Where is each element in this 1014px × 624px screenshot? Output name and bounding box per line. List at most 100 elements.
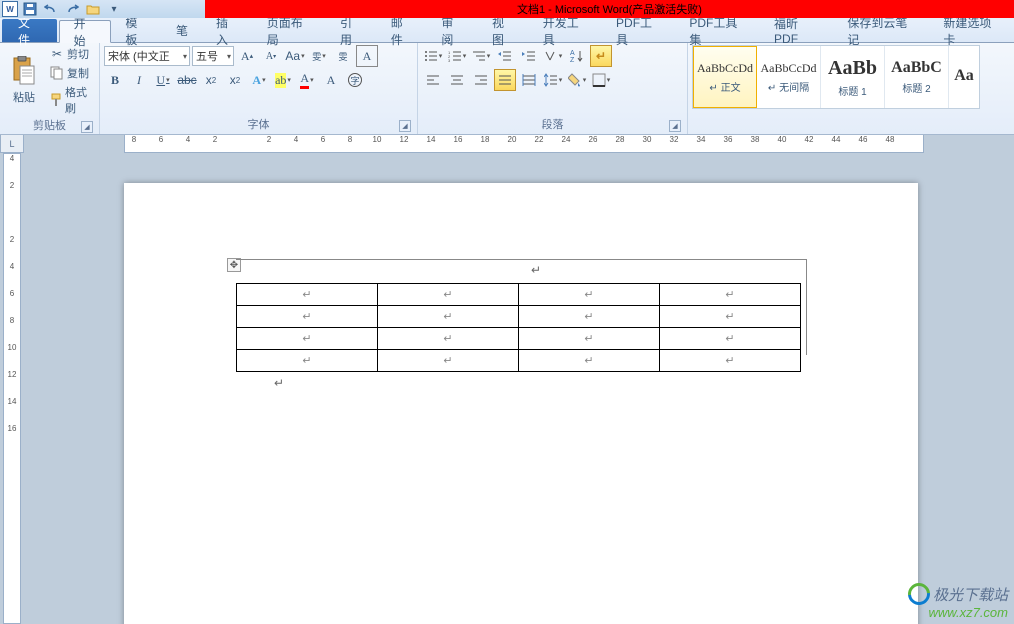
table-cell[interactable]: ↵	[660, 306, 801, 328]
page[interactable]: ✥ ↵ ↵↵↵↵ ↵↵↵↵ ↵↵↵↵ ↵↵↵↵ ↵	[124, 183, 918, 624]
show-marks-button[interactable]: ↵	[590, 45, 612, 67]
document-table[interactable]: ↵↵↵↵ ↵↵↵↵ ↵↵↵↵ ↵↵↵↵	[236, 283, 801, 372]
qat-undo-icon[interactable]	[42, 1, 60, 17]
shrink-font-button[interactable]: A▾	[260, 45, 282, 67]
tab-new-tab[interactable]: 新建选项卡	[929, 19, 1014, 42]
font-launcher-icon[interactable]: ◢	[399, 120, 411, 132]
qat-customize-icon[interactable]: ▾	[105, 1, 123, 17]
borders-button[interactable]: ▾	[590, 69, 612, 91]
numbering-button[interactable]: 123▾	[446, 45, 468, 67]
increase-indent-button[interactable]	[518, 45, 540, 67]
qat-redo-icon[interactable]	[63, 1, 81, 17]
tab-template[interactable]: 模板	[111, 19, 162, 42]
bullets-button[interactable]: ▾	[422, 45, 444, 67]
tab-save-cloud[interactable]: 保存到云笔记	[833, 19, 929, 42]
tab-pdf-toolset[interactable]: PDF工具集	[675, 19, 760, 42]
asian-layout-button[interactable]: ▾	[542, 45, 564, 67]
highlight-button[interactable]: ab▾	[272, 69, 294, 91]
style-heading2[interactable]: AaBbC标题 2	[885, 46, 949, 108]
align-justify-button[interactable]	[494, 69, 516, 91]
format-painter-button[interactable]: 格式刷	[46, 83, 95, 117]
paragraph-launcher-icon[interactable]: ◢	[669, 120, 681, 132]
char-border-button[interactable]: A	[356, 45, 378, 67]
horizontal-ruler[interactable]: 8642246810121416182022242628303234363840…	[124, 135, 924, 153]
table-cell[interactable]: ↵	[378, 328, 519, 350]
shading-button[interactable]: ▾	[566, 69, 588, 91]
tab-home[interactable]: 开始	[59, 20, 112, 43]
tab-view[interactable]: 视图	[478, 19, 529, 42]
clipboard-launcher-icon[interactable]: ◢	[81, 121, 93, 133]
phonetic-guide-button[interactable]: 雯▾	[308, 45, 330, 67]
table-row[interactable]: ↵↵↵↵	[237, 350, 801, 372]
table-cell[interactable]: ↵	[519, 306, 660, 328]
table-cell[interactable]: ↵	[378, 306, 519, 328]
font-color-button[interactable]: A▾	[296, 69, 318, 91]
qat-save-icon[interactable]	[21, 1, 39, 17]
change-case-button[interactable]: Aa▾	[284, 45, 306, 67]
style-no-spacing[interactable]: AaBbCcDd↵ 无间隔	[757, 46, 821, 108]
tab-review[interactable]: 审阅	[427, 19, 478, 42]
style-normal[interactable]: AaBbCcDd↵ 正文	[693, 46, 757, 108]
table-cell[interactable]: ↵	[660, 350, 801, 372]
style-heading1[interactable]: AaBb标题 1	[821, 46, 885, 108]
style-gallery[interactable]: AaBbCcDd↵ 正文 AaBbCcDd↵ 无间隔 AaBb标题 1 AaBb…	[692, 45, 980, 109]
style-more[interactable]: Aa	[949, 46, 979, 108]
italic-button[interactable]: I	[128, 69, 150, 91]
vertical-ruler[interactable]: 42246810121416	[3, 153, 21, 624]
align-right-button[interactable]	[470, 69, 492, 91]
copy-button[interactable]: 复制	[46, 64, 95, 82]
subscript-button[interactable]: x2	[200, 69, 222, 91]
table-cell[interactable]: ↵	[237, 284, 378, 306]
document-area: 42246810121416 ✥ ↵ ↵↵↵↵ ↵↵↵↵ ↵↵↵↵ ↵↵↵↵ ↵	[0, 153, 1014, 624]
text-effects-button[interactable]: A▾	[248, 69, 270, 91]
enclose-char-button[interactable]: 字	[344, 69, 366, 91]
superscript-button[interactable]: x2	[224, 69, 246, 91]
table-row[interactable]: ↵↵↵↵	[237, 328, 801, 350]
cut-button[interactable]: ✂剪切	[46, 45, 95, 63]
clear-format-button[interactable]: 雯	[332, 45, 354, 67]
tab-developer[interactable]: 开发工具	[529, 19, 602, 42]
tab-page-layout[interactable]: 页面布局	[253, 19, 326, 42]
multilevel-button[interactable]: ▾	[470, 45, 492, 67]
qat-open-icon[interactable]	[84, 1, 102, 17]
tab-pdf-tools[interactable]: PDF工具	[602, 19, 675, 42]
table-row[interactable]: ↵↵↵↵	[237, 284, 801, 306]
table-cell[interactable]: ↵	[519, 350, 660, 372]
decrease-indent-button[interactable]	[494, 45, 516, 67]
tab-insert[interactable]: 插入	[202, 19, 253, 42]
font-size-combo[interactable]: 五号▾	[192, 46, 234, 66]
align-left-button[interactable]	[422, 69, 444, 91]
ribbon: 粘贴 ✂剪切 复制 格式刷 剪贴板◢ 宋体 (中文正▾ 五号▾ A▴ A▾ Aa…	[0, 43, 1014, 135]
table-row[interactable]: ↵↵↵↵	[237, 306, 801, 328]
ruler-corner[interactable]: L	[0, 135, 24, 153]
table-cell[interactable]: ↵	[237, 328, 378, 350]
group-label-styles	[692, 116, 1010, 132]
table-cell[interactable]: ↵	[237, 350, 378, 372]
align-center-button[interactable]	[446, 69, 468, 91]
distribute-button[interactable]	[518, 69, 540, 91]
underline-button[interactable]: U▾	[152, 69, 174, 91]
paste-button[interactable]: 粘贴	[4, 45, 44, 115]
bold-button[interactable]: B	[104, 69, 126, 91]
file-tab[interactable]: 文件	[2, 19, 57, 42]
tab-pen[interactable]: 笔	[162, 19, 202, 42]
font-name-combo[interactable]: 宋体 (中文正▾	[104, 46, 190, 66]
table-cell[interactable]: ↵	[519, 284, 660, 306]
tab-references[interactable]: 引用	[326, 19, 377, 42]
strike-button[interactable]: abc	[176, 69, 198, 91]
document-scroll[interactable]: ✥ ↵ ↵↵↵↵ ↵↵↵↵ ↵↵↵↵ ↵↵↵↵ ↵	[24, 153, 1014, 624]
table-cell[interactable]: ↵	[378, 284, 519, 306]
line-spacing-button[interactable]: ▾	[542, 69, 564, 91]
char-shading-button[interactable]: A	[320, 69, 342, 91]
table-cell[interactable]: ↵	[378, 350, 519, 372]
group-styles: AaBbCcDd↵ 正文 AaBbCcDd↵ 无间隔 AaBb标题 1 AaBb…	[688, 43, 1014, 134]
table-cell[interactable]: ↵	[660, 328, 801, 350]
tab-foxit-pdf[interactable]: 福昕PDF	[760, 19, 833, 42]
table-move-handle-icon[interactable]: ✥	[227, 258, 241, 272]
table-cell[interactable]: ↵	[237, 306, 378, 328]
table-cell[interactable]: ↵	[519, 328, 660, 350]
sort-button[interactable]: AZ	[566, 45, 588, 67]
table-cell[interactable]: ↵	[660, 284, 801, 306]
tab-mailings[interactable]: 邮件	[377, 19, 428, 42]
grow-font-button[interactable]: A▴	[236, 45, 258, 67]
